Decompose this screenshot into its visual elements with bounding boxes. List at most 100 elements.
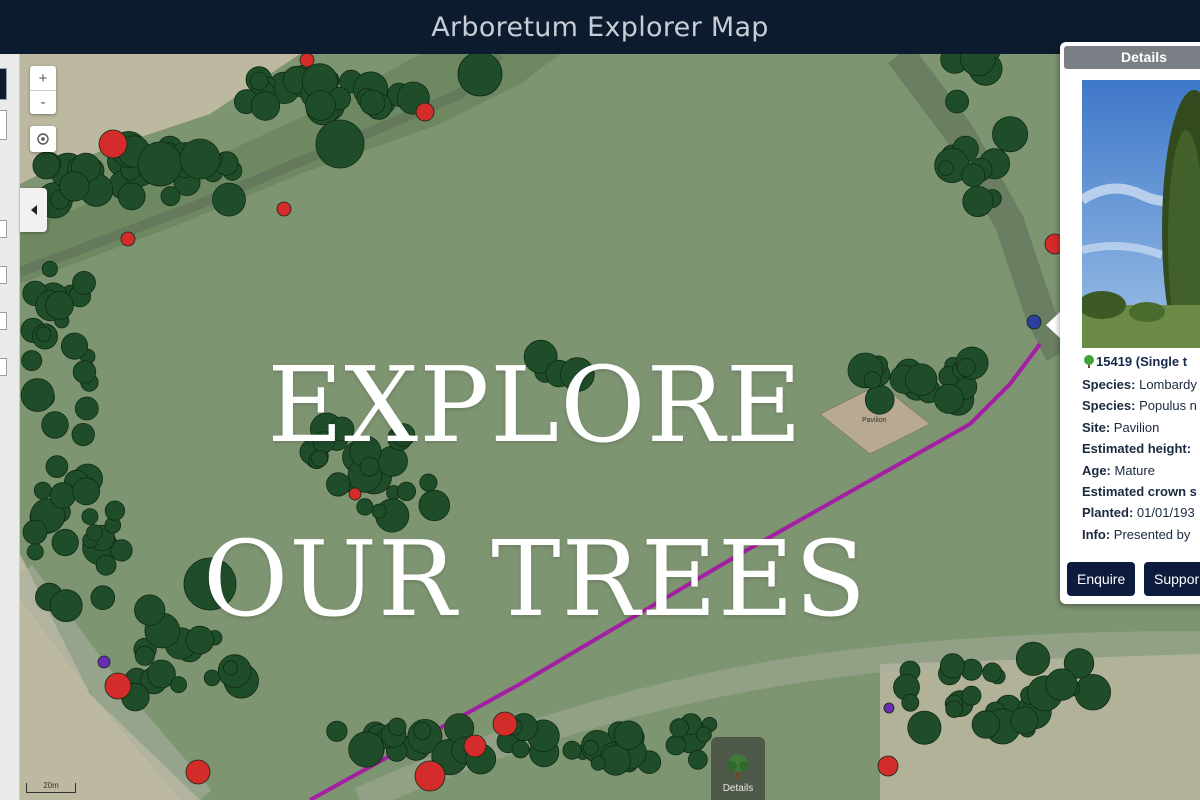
tree-marker[interactable]	[97, 655, 111, 669]
tree-photo[interactable]	[1082, 80, 1200, 348]
tree-marker[interactable]	[203, 669, 221, 687]
tree-marker[interactable]	[688, 749, 708, 770]
tree-marker[interactable]	[305, 90, 336, 121]
support-button[interactable]: Suppor	[1144, 562, 1200, 596]
tree-marker[interactable]	[961, 685, 982, 706]
tree-marker[interactable]	[104, 500, 126, 521]
tree-marker[interactable]	[98, 129, 128, 159]
side-tool-button[interactable]	[0, 68, 7, 100]
tree-marker[interactable]	[170, 676, 188, 694]
tree-marker[interactable]	[45, 455, 69, 478]
tree-marker[interactable]	[877, 755, 899, 777]
collapse-sidebar-button[interactable]	[20, 188, 47, 232]
tree-marker[interactable]	[934, 383, 965, 414]
tree-marker[interactable]	[41, 411, 69, 439]
tree-marker[interactable]	[590, 755, 606, 771]
enquire-button[interactable]: Enquire	[1067, 562, 1136, 596]
tree-marker[interactable]	[326, 720, 348, 742]
tree-marker[interactable]	[33, 481, 52, 500]
tree-marker[interactable]	[907, 710, 942, 745]
tree-marker[interactable]	[511, 740, 530, 759]
tree-marker[interactable]	[463, 734, 487, 758]
zoom-in-button[interactable]: +	[30, 66, 56, 90]
tree-marker[interactable]	[457, 54, 503, 97]
tree-marker[interactable]	[901, 693, 920, 712]
tree-marker[interactable]	[72, 477, 101, 506]
tree-marker[interactable]	[59, 171, 90, 202]
tree-marker[interactable]	[1045, 668, 1078, 701]
tree-marker[interactable]	[600, 744, 631, 776]
tree-marker[interactable]	[669, 718, 689, 738]
tree-marker[interactable]	[413, 721, 432, 740]
tree-marker[interactable]	[71, 422, 95, 447]
side-tool-button[interactable]	[0, 312, 7, 330]
tree-marker[interactable]	[21, 350, 43, 372]
zoom-out-button[interactable]: -	[30, 90, 56, 114]
tree-icon	[1084, 355, 1094, 368]
tree-marker[interactable]	[95, 554, 117, 576]
tree-marker[interactable]	[348, 731, 385, 768]
tree-marker[interactable]	[185, 759, 211, 785]
details-toggle-button[interactable]: Details	[711, 737, 765, 800]
tree-marker[interactable]	[72, 270, 96, 295]
tree-marker[interactable]	[212, 182, 246, 217]
tree-marker[interactable]	[938, 160, 954, 176]
tree-marker[interactable]	[41, 260, 58, 278]
side-tool-button[interactable]	[0, 220, 7, 238]
tree-marker[interactable]	[49, 589, 83, 622]
tree-marker[interactable]	[695, 726, 712, 743]
tree-marker[interactable]	[1010, 706, 1039, 735]
tree-marker[interactable]	[315, 119, 365, 169]
tree-marker[interactable]	[179, 138, 221, 180]
side-tool-button[interactable]	[0, 358, 7, 376]
tree-marker[interactable]	[414, 760, 446, 792]
tree-marker[interactable]	[35, 326, 52, 343]
side-tool-button[interactable]	[0, 266, 7, 284]
tree-marker[interactable]	[90, 585, 116, 610]
tree-marker[interactable]	[137, 141, 183, 187]
tree-marker[interactable]	[61, 332, 89, 360]
tree-marker[interactable]	[583, 739, 599, 756]
tree-marker[interactable]	[956, 357, 976, 377]
tree-marker[interactable]	[20, 378, 55, 412]
tree-marker[interactable]	[299, 54, 315, 68]
tree-marker[interactable]	[74, 396, 99, 421]
tree-marker[interactable]	[492, 711, 518, 737]
tree-marker[interactable]	[415, 102, 435, 122]
tree-marker[interactable]	[665, 735, 686, 756]
tree-marker[interactable]	[992, 116, 1029, 153]
tree-marker[interactable]	[160, 186, 181, 207]
tree-marker[interactable]	[117, 182, 146, 211]
tree-marker[interactable]	[249, 71, 269, 91]
tree-marker[interactable]	[49, 482, 76, 509]
tree-marker[interactable]	[613, 720, 644, 750]
tree-marker[interactable]	[883, 702, 895, 714]
tree-marker[interactable]	[45, 291, 74, 320]
tree-marker[interactable]	[81, 508, 99, 526]
locate-button[interactable]	[30, 126, 56, 152]
tree-marker[interactable]	[22, 519, 48, 545]
tree-marker[interactable]	[72, 360, 97, 384]
tree-marker[interactable]	[939, 653, 966, 679]
tree-marker[interactable]	[982, 662, 1003, 683]
tree-marker[interactable]	[961, 163, 986, 188]
tree-marker[interactable]	[971, 710, 1000, 739]
tree-marker[interactable]	[1015, 641, 1051, 676]
tree-marker[interactable]	[120, 231, 136, 247]
tree-marker[interactable]	[32, 151, 61, 180]
tree-marker[interactable]	[104, 672, 132, 700]
tree-marker[interactable]	[945, 700, 963, 718]
side-tool-button[interactable]	[0, 110, 7, 140]
tree-marker[interactable]	[276, 201, 292, 217]
tree-marker[interactable]	[26, 543, 44, 561]
tree-marker[interactable]	[359, 89, 386, 116]
tree-marker[interactable]	[945, 89, 969, 114]
tree-marker[interactable]	[86, 524, 103, 542]
tree-marker[interactable]	[388, 717, 407, 737]
tree-marker[interactable]	[562, 740, 582, 760]
tree-marker[interactable]	[51, 528, 79, 557]
tree-marker[interactable]	[1074, 674, 1111, 711]
tree-marker[interactable]	[1026, 314, 1042, 330]
tree-marker[interactable]	[250, 91, 281, 121]
tree-marker[interactable]	[962, 185, 994, 217]
